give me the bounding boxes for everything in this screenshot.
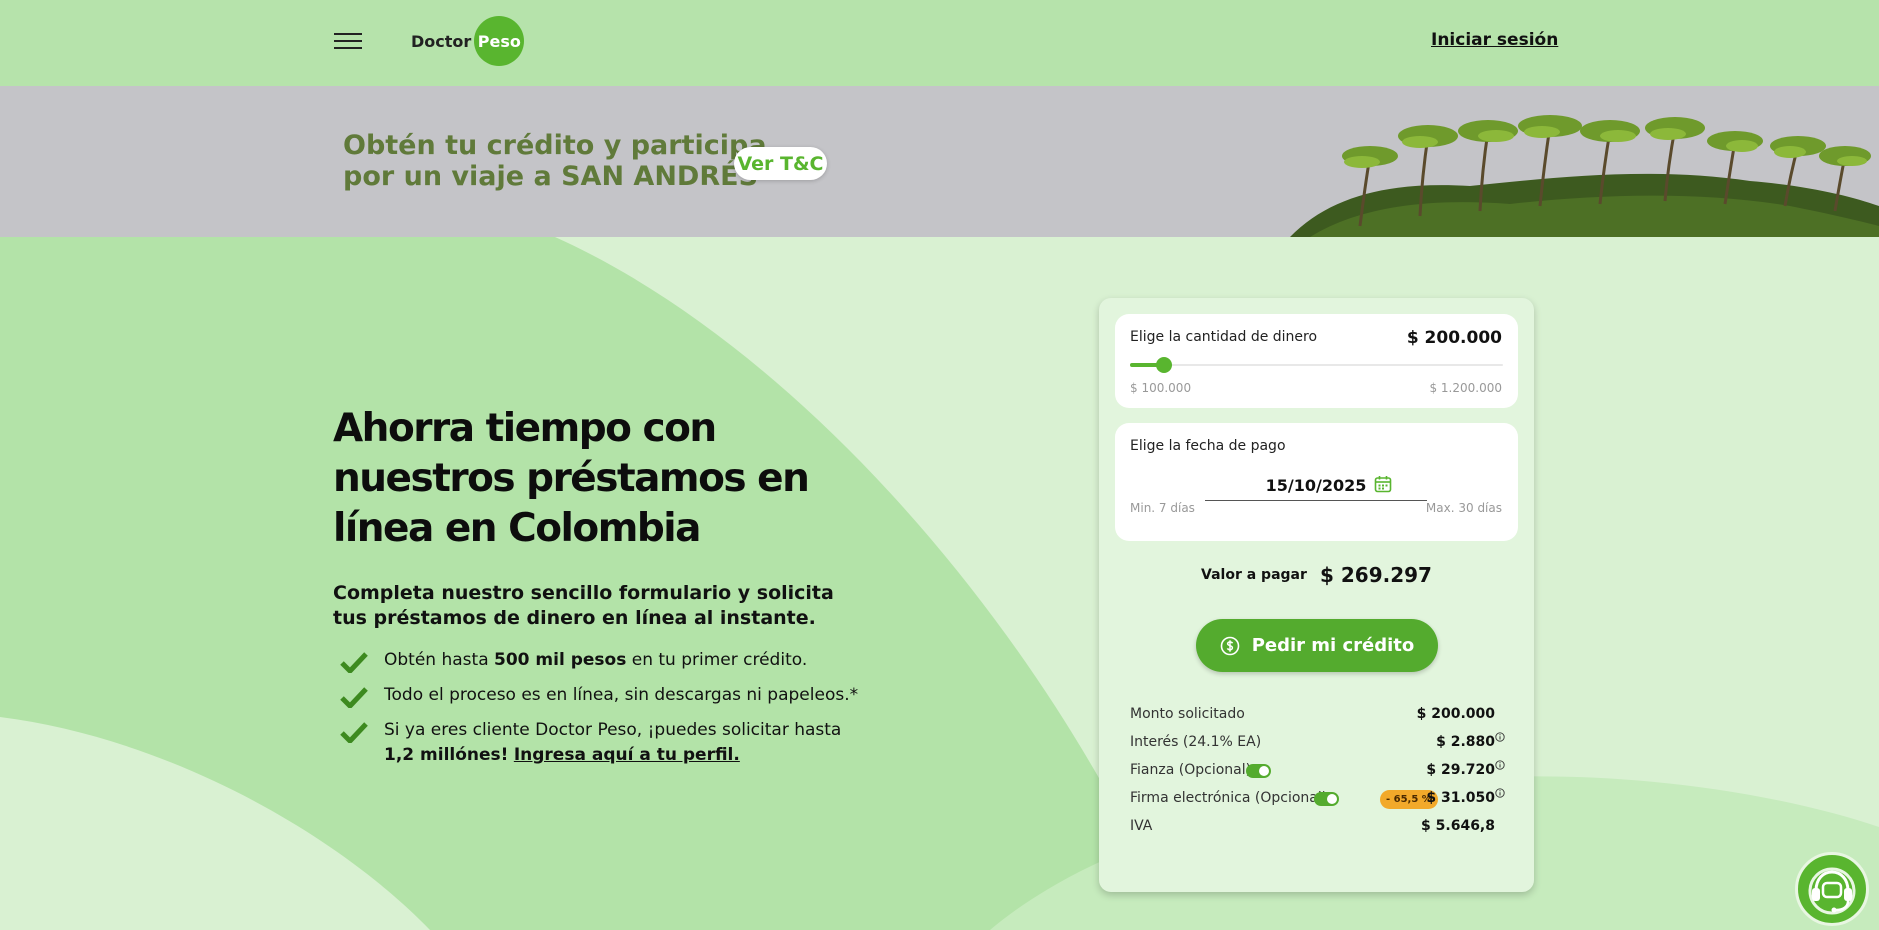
cost-breakdown: Monto solicitado $ 200.000 Interés (24.1… [1130, 704, 1510, 844]
hero-section: Ahorra tiempo con nuestros préstamos en … [0, 237, 1879, 930]
amount-value: $ 200.000 [1406, 328, 1502, 348]
breakdown-row-interes: Interés (24.1% EA) $ 2.880 [1130, 732, 1510, 760]
promo-line-2: por un viaje a SAN ANDRÉS [343, 161, 759, 192]
logo[interactable]: Doctor Peso [411, 16, 525, 66]
site-header: Doctor Peso Iniciar sesión [0, 0, 1879, 86]
firma-toggle[interactable] [1314, 792, 1339, 806]
amount-label: Elige la cantidad de dinero [1130, 329, 1318, 345]
benefit-item: Todo el proceso es en línea, sin descarg… [340, 683, 860, 708]
date-input[interactable]: 15/10/2025 [1205, 473, 1427, 501]
hero-subtitle: Completa nuestro sencillo formulario y s… [333, 582, 834, 629]
check-icon [340, 687, 368, 708]
amount-max: $ 1.200.000 [1429, 381, 1502, 395]
support-chat-button[interactable] [1795, 852, 1869, 926]
breakdown-row-firma: Firma electrónica (Opcional) - 65,5 % $ … [1130, 788, 1510, 816]
date-label: Elige la fecha de pago [1130, 438, 1286, 454]
info-icon[interactable] [1495, 788, 1505, 798]
hero-title-line-3: línea en Colombia [333, 506, 701, 551]
total-label: Valor a pagar [1201, 567, 1307, 583]
amount-min: $ 100.000 [1130, 381, 1192, 395]
logo-badge-peso: Peso [474, 16, 525, 66]
benefits-list: Obtén hasta 500 mil pesos en tu primer c… [340, 648, 860, 778]
total-row: Valor a pagar $ 269.297 [1099, 563, 1534, 587]
total-value: $ 269.297 [1319, 563, 1432, 587]
amount-slider[interactable] [1130, 357, 1503, 373]
promo-text: Obtén tu crédito y participa por un viaj… [343, 130, 767, 192]
headset-support-icon [1808, 867, 1856, 915]
date-panel: Elige la fecha de pago 15/10/2025 Min. 7… [1115, 423, 1518, 541]
logo-text-doctor: Doctor [411, 31, 472, 51]
date-max: Max. 30 días [1425, 501, 1502, 515]
calendar-icon[interactable] [1374, 475, 1392, 493]
hero-title-line-1: Ahorra tiempo con [333, 406, 717, 451]
date-min: Min. 7 días [1130, 501, 1195, 515]
promo-banner: Obtén tu crédito y participa por un viaj… [0, 86, 1879, 237]
benefit-item: Obtén hasta 500 mil pesos en tu primer c… [340, 648, 860, 673]
palm-trees-image [1290, 115, 1879, 237]
check-icon [340, 722, 368, 743]
info-icon[interactable] [1495, 760, 1505, 770]
info-icon[interactable] [1495, 732, 1505, 742]
benefit-item: Si ya eres cliente Doctor Peso, ¡puedes … [340, 718, 860, 768]
date-value: 15/10/2025 [1265, 476, 1367, 495]
login-link[interactable]: Iniciar sesión [1431, 30, 1558, 50]
hero-title-line-2: nuestros préstamos en [333, 456, 810, 501]
amount-panel: Elige la cantidad de dinero $ 200.000 $ … [1115, 314, 1518, 408]
menu-icon[interactable] [334, 31, 362, 51]
promo-line-1: Obtén tu crédito y participa [343, 130, 767, 161]
breakdown-row-monto: Monto solicitado $ 200.000 [1130, 706, 1495, 722]
hero-background-shapes [0, 237, 1879, 930]
request-credit-label: Pedir mi crédito [1251, 635, 1415, 656]
dollar-coin-icon [1220, 636, 1240, 655]
request-credit-button[interactable]: Pedir mi crédito [1196, 619, 1438, 672]
breakdown-row-fianza: Fianza (Opcional) $ 29.720 [1130, 760, 1510, 788]
profile-link[interactable]: Ingresa aquí a tu perfil. [514, 745, 740, 765]
hero-title: Ahorra tiempo con nuestros préstamos en … [333, 404, 853, 554]
breakdown-row-iva: IVA $ 5.646,8 [1130, 818, 1495, 834]
amount-slider-thumb[interactable] [1155, 357, 1172, 373]
fianza-toggle[interactable] [1246, 764, 1271, 778]
check-icon [340, 652, 368, 673]
loan-calculator: Elige la cantidad de dinero $ 200.000 $ … [1099, 298, 1534, 892]
terms-button[interactable]: Ver T&C [734, 147, 827, 180]
